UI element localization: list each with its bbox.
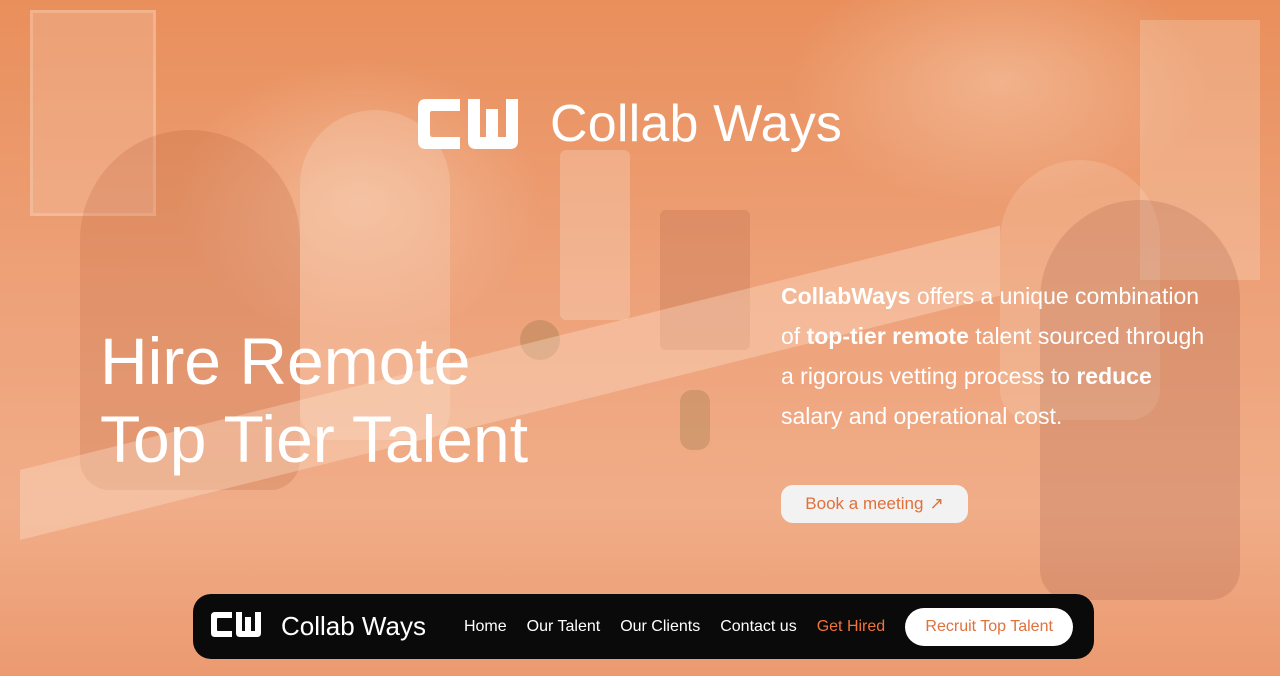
hero-headline: Hire Remote Top Tier Talent xyxy=(100,322,528,478)
recruit-top-talent-button[interactable]: Recruit Top Talent xyxy=(905,607,1074,646)
nav-link-our-talent[interactable]: Our Talent xyxy=(527,618,601,636)
nav-links: Home Our Talent Our Clients Contact us G… xyxy=(464,607,1074,646)
desc-bold-reduce: reduce xyxy=(1076,363,1152,389)
arrow-up-right-icon: ↗ xyxy=(929,494,944,513)
background-window xyxy=(1140,20,1260,280)
nav-link-home[interactable]: Home xyxy=(464,618,507,636)
book-meeting-label: Book a meeting xyxy=(805,494,924,513)
headline-line-2: Top Tier Talent xyxy=(100,402,529,476)
background-plant xyxy=(680,390,710,450)
cw-logo-icon xyxy=(418,99,518,149)
nav-brand[interactable]: Collab Ways xyxy=(211,611,426,642)
background-window xyxy=(30,10,156,216)
cw-logo-icon xyxy=(211,611,261,642)
nav-brand-name: Collab Ways xyxy=(281,611,426,641)
nav-link-contact-us[interactable]: Contact us xyxy=(720,618,796,636)
desc-bold-brand: CollabWays xyxy=(781,283,911,309)
bottom-navbar: Collab Ways Home Our Talent Our Clients … xyxy=(193,594,1094,659)
nav-link-get-hired[interactable]: Get Hired xyxy=(817,618,885,636)
background-monitor xyxy=(660,210,750,350)
brand-name: Collab Ways xyxy=(550,95,843,153)
background-monitor xyxy=(560,150,630,320)
headline-line-1: Hire Remote xyxy=(100,324,471,398)
desc-bold-top-tier: top-tier remote xyxy=(806,323,969,349)
nav-link-our-clients[interactable]: Our Clients xyxy=(620,618,700,636)
desc-text: salary and operational cost. xyxy=(781,403,1063,429)
hero-section: Collab Ways Hire Remote Top Tier Talent … xyxy=(0,0,1280,676)
book-meeting-button[interactable]: Book a meeting ↗ xyxy=(781,485,968,523)
hero-brand: Collab Ways xyxy=(418,98,842,150)
hero-description: CollabWays offers a unique combination o… xyxy=(781,276,1211,436)
